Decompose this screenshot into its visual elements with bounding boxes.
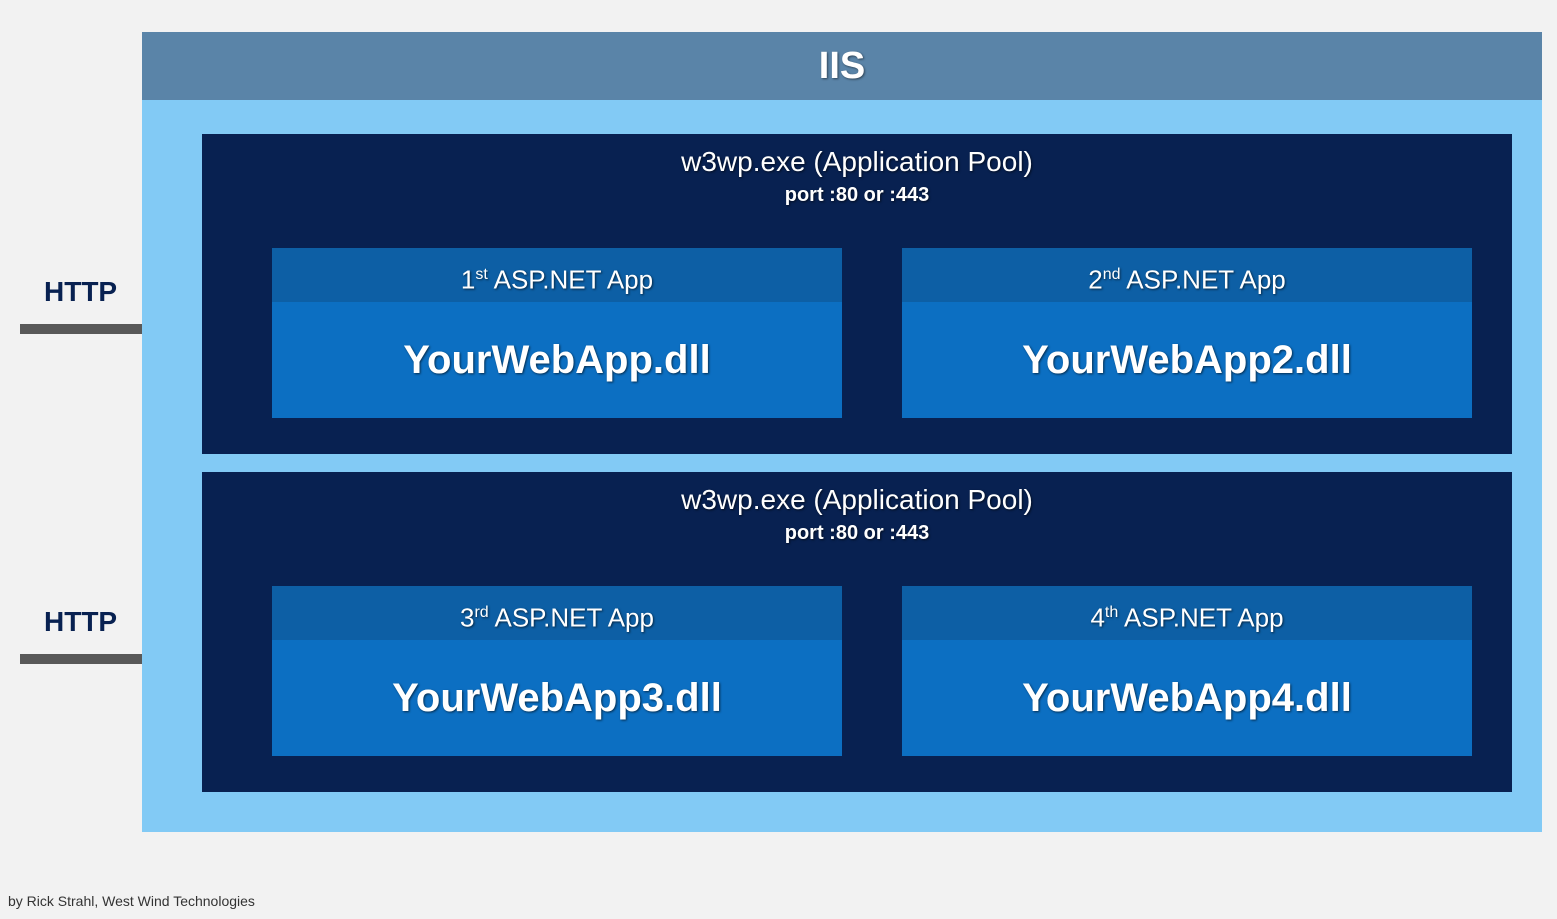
http-label-2: HTTP: [44, 606, 117, 638]
app-label-rest: ASP.NET App: [488, 265, 653, 295]
app-header: 2nd ASP.NET App: [902, 248, 1472, 302]
app-box-4: 4th ASP.NET App YourWebApp4.dll: [902, 586, 1472, 756]
app-label-rest: ASP.NET App: [1118, 603, 1283, 633]
app-ordinal-suf: st: [475, 266, 487, 283]
app-dll: YourWebApp3.dll: [272, 640, 842, 756]
app-header: 3rd ASP.NET App: [272, 586, 842, 640]
app-ordinal-num: 2: [1088, 265, 1102, 295]
iis-container: IIS w3wp.exe (Application Pool) port :80…: [142, 32, 1542, 832]
app-box-2: 2nd ASP.NET App YourWebApp2.dll: [902, 248, 1472, 418]
app-dll: YourWebApp2.dll: [902, 302, 1472, 418]
http-label-1: HTTP: [44, 276, 117, 308]
app-pool-1: w3wp.exe (Application Pool) port :80 or …: [202, 134, 1512, 454]
app-ordinal-num: 3: [460, 603, 474, 633]
app-ordinal-num: 1: [461, 265, 475, 295]
app-ordinal-suf: rd: [474, 604, 488, 621]
pool-title: w3wp.exe (Application Pool): [202, 484, 1512, 516]
app-box-3: 3rd ASP.NET App YourWebApp3.dll: [272, 586, 842, 756]
pool-port: port :80 or :443: [202, 184, 1512, 207]
credit-text: by Rick Strahl, West Wind Technologies: [8, 893, 255, 909]
app-box-1: 1st ASP.NET App YourWebApp.dll: [272, 248, 842, 418]
app-label-rest: ASP.NET App: [1120, 265, 1285, 295]
apps-row: 1st ASP.NET App YourWebApp.dll 2nd ASP.N…: [272, 248, 1472, 418]
app-ordinal-suf: nd: [1103, 266, 1121, 283]
app-ordinal-num: 4: [1090, 603, 1104, 633]
app-header: 4th ASP.NET App: [902, 586, 1472, 640]
apps-row: 3rd ASP.NET App YourWebApp3.dll 4th ASP.…: [272, 586, 1472, 756]
app-dll: YourWebApp4.dll: [902, 640, 1472, 756]
iis-title: IIS: [142, 32, 1542, 100]
app-dll: YourWebApp.dll: [272, 302, 842, 418]
app-pool-2: w3wp.exe (Application Pool) port :80 or …: [202, 472, 1512, 792]
app-label-rest: ASP.NET App: [489, 603, 654, 633]
app-header: 1st ASP.NET App: [272, 248, 842, 302]
pool-title: w3wp.exe (Application Pool): [202, 146, 1512, 178]
pool-port: port :80 or :443: [202, 522, 1512, 545]
app-ordinal-suf: th: [1105, 604, 1118, 621]
